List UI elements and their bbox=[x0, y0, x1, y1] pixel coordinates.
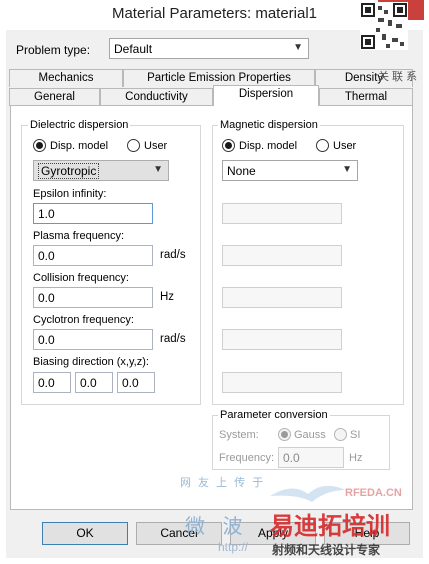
dielectric-disp-model-label: Disp. model bbox=[50, 140, 109, 152]
cancel-button[interactable]: Cancel bbox=[136, 522, 222, 545]
cyclotron-frequency-unit: rad/s bbox=[160, 333, 186, 345]
magnetic-field-2-input bbox=[222, 245, 342, 266]
tab-conductivity[interactable]: Conductivity bbox=[100, 88, 213, 106]
qr-caption: 关 联 系 bbox=[378, 71, 418, 83]
epsilon-infinity-input[interactable]: 1.0 bbox=[33, 203, 153, 224]
conversion-frequency-unit: Hz bbox=[349, 452, 363, 464]
magnetic-field-1-input bbox=[222, 203, 342, 224]
plasma-frequency-label: Plasma frequency: bbox=[33, 230, 125, 242]
tab-mechanics[interactable]: Mechanics bbox=[9, 69, 123, 87]
tab-dispersion[interactable]: Dispersion bbox=[213, 85, 319, 106]
biasing-direction-label: Biasing direction (x,y,z): bbox=[33, 356, 149, 368]
plasma-frequency-input[interactable]: 0.0 bbox=[33, 245, 153, 266]
ok-button[interactable]: OK bbox=[42, 522, 128, 545]
window-border-right bbox=[423, 30, 429, 564]
tab-label: Dispersion bbox=[238, 88, 294, 100]
dielectric-dispersion-title: Dielectric dispersion bbox=[28, 119, 131, 131]
si-radio[interactable] bbox=[334, 428, 347, 441]
system-label: System: bbox=[219, 429, 259, 441]
epsilon-infinity-label: Epsilon infinity: bbox=[33, 188, 107, 200]
magnetic-disp-model-label: Disp. model bbox=[239, 140, 298, 152]
cyclotron-frequency-input[interactable]: 0.0 bbox=[33, 329, 153, 350]
dielectric-user-radio[interactable] bbox=[127, 139, 140, 152]
cyclotron-frequency-label: Cyclotron frequency: bbox=[33, 314, 134, 326]
dielectric-disp-model-radio[interactable] bbox=[33, 139, 46, 152]
magnetic-user-label: User bbox=[333, 140, 357, 152]
problem-type-label: Problem type: bbox=[16, 43, 91, 57]
problem-type-value: Default bbox=[114, 42, 153, 56]
magnetic-field-3-input bbox=[222, 287, 342, 308]
conversion-frequency-input[interactable]: 0.0 bbox=[278, 447, 344, 468]
tab-label: Particle Emission Properties bbox=[147, 72, 291, 84]
parameter-conversion-title: Parameter conversion bbox=[218, 409, 330, 421]
tab-thermal[interactable]: Thermal bbox=[319, 88, 413, 106]
help-button[interactable]: Help bbox=[324, 522, 410, 545]
gauss-radio[interactable] bbox=[278, 428, 291, 441]
magnetic-model-value: None bbox=[227, 164, 256, 178]
tab-label: Thermal bbox=[344, 91, 388, 103]
dielectric-model-select[interactable]: Gyrotropic ▼ bbox=[33, 160, 169, 181]
tab-label: General bbox=[34, 91, 75, 103]
qr-code: 关 联 系 bbox=[360, 2, 417, 83]
biasing-x-input[interactable]: 0.0 bbox=[33, 372, 71, 393]
chevron-down-icon: ▼ bbox=[342, 164, 352, 175]
collision-frequency-label: Collision frequency: bbox=[33, 272, 129, 284]
tab-general[interactable]: General bbox=[9, 88, 100, 106]
biasing-z-input[interactable]: 0.0 bbox=[117, 372, 155, 393]
dielectric-model-value: Gyrotropic bbox=[38, 163, 100, 179]
biasing-y-input[interactable]: 0.0 bbox=[75, 372, 113, 393]
magnetic-disp-model-radio[interactable] bbox=[222, 139, 235, 152]
si-label: SI bbox=[350, 429, 361, 441]
collision-frequency-unit: Hz bbox=[160, 291, 175, 303]
frequency-label: Frequency: bbox=[219, 452, 275, 464]
tab-label: Mechanics bbox=[38, 72, 94, 84]
magnetic-field-4-input bbox=[222, 329, 342, 350]
qr-code-graphic bbox=[360, 2, 408, 50]
gauss-label: Gauss bbox=[294, 429, 326, 441]
magnetic-model-select[interactable]: None ▼ bbox=[222, 160, 358, 181]
problem-type-select[interactable]: Default ▼ bbox=[109, 38, 309, 59]
plasma-frequency-unit: rad/s bbox=[160, 249, 186, 261]
chevron-down-icon: ▼ bbox=[153, 164, 163, 175]
dielectric-user-label: User bbox=[144, 140, 168, 152]
tab-label: Conductivity bbox=[125, 91, 188, 103]
magnetic-user-radio[interactable] bbox=[316, 139, 329, 152]
apply-button[interactable]: Apply bbox=[230, 522, 316, 545]
magnetic-dispersion-title: Magnetic dispersion bbox=[218, 119, 320, 131]
chevron-down-icon: ▼ bbox=[293, 42, 303, 53]
collision-frequency-input[interactable]: 0.0 bbox=[33, 287, 153, 308]
magnetic-field-5-input bbox=[222, 372, 342, 393]
